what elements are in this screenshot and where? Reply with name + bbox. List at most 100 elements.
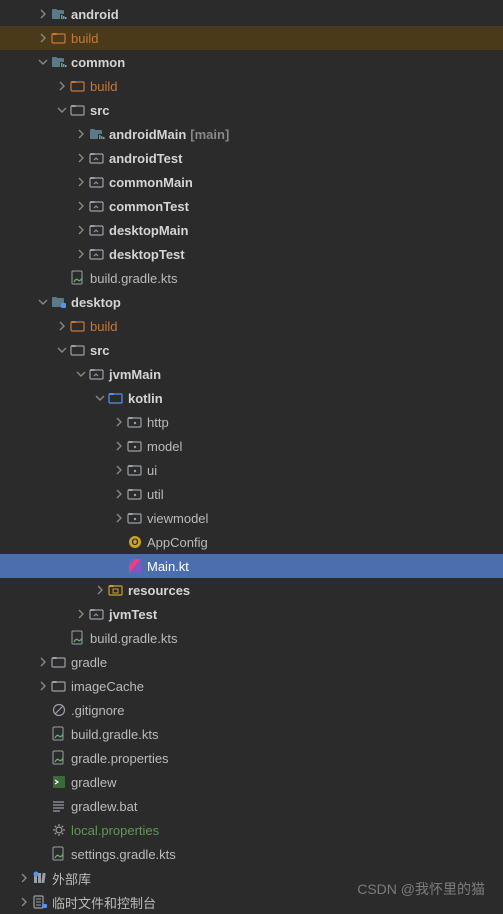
tree-row[interactable]: build.gradle.kts: [0, 722, 503, 746]
tree-row[interactable]: kotlin: [0, 386, 503, 410]
tree-row[interactable]: common: [0, 50, 503, 74]
tree-row[interactable]: build.gradle.kts: [0, 626, 503, 650]
chevron-right-icon[interactable]: [16, 870, 32, 886]
tree-row[interactable]: desktop: [0, 290, 503, 314]
tree-row[interactable]: gradlew: [0, 770, 503, 794]
chevron-right-icon[interactable]: [73, 606, 89, 622]
tree-row[interactable]: commonMain: [0, 170, 503, 194]
tree-item-label: build: [90, 79, 117, 94]
chevron-right-icon[interactable]: [35, 30, 51, 46]
chevron-right-icon[interactable]: [73, 246, 89, 262]
tree-row[interactable]: model: [0, 434, 503, 458]
chevron-down-icon[interactable]: [54, 342, 70, 358]
tree-item-label: common: [71, 55, 125, 70]
module-source-icon: [89, 126, 105, 142]
package-icon: [127, 486, 143, 502]
tree-row[interactable]: util: [0, 482, 503, 506]
chevron-right-icon[interactable]: [54, 318, 70, 334]
tree-row[interactable]: build: [0, 74, 503, 98]
chevron-down-icon[interactable]: [35, 294, 51, 310]
tree-item-label: desktop: [71, 295, 121, 310]
tree-row[interactable]: build: [0, 26, 503, 50]
chevron-right-icon[interactable]: [73, 222, 89, 238]
tree-item-label: jvmMain: [109, 367, 161, 382]
tree-row[interactable]: androidMain[main]: [0, 122, 503, 146]
gradle-file-icon: [51, 846, 67, 862]
tree-item-label: src: [90, 103, 110, 118]
chevron-right-icon[interactable]: [111, 414, 127, 430]
tree-row[interactable]: src: [0, 338, 503, 362]
svg-text:O: O: [131, 537, 138, 547]
chevron-down-icon[interactable]: [92, 390, 108, 406]
chevron-right-icon[interactable]: [111, 510, 127, 526]
arrow-spacer: [35, 798, 51, 814]
gradle-file-icon: [70, 270, 86, 286]
tree-row[interactable]: Main.kt: [0, 554, 503, 578]
chevron-down-icon[interactable]: [54, 102, 70, 118]
tree-row[interactable]: gradle.properties: [0, 746, 503, 770]
chevron-right-icon[interactable]: [111, 486, 127, 502]
chevron-right-icon[interactable]: [73, 174, 89, 190]
module-folder-icon: [51, 54, 67, 70]
resources-icon: [108, 582, 124, 598]
tree-item-label: gradlew: [71, 775, 117, 790]
tree-row[interactable]: .gitignore: [0, 698, 503, 722]
chevron-right-icon[interactable]: [111, 438, 127, 454]
arrow-spacer: [35, 702, 51, 718]
arrow-spacer: [35, 750, 51, 766]
chevron-right-icon[interactable]: [54, 78, 70, 94]
tree-row[interactable]: imageCache: [0, 674, 503, 698]
tree-item-label: model: [147, 439, 182, 454]
folder-outline-icon: [89, 174, 105, 190]
chevron-right-icon[interactable]: [73, 150, 89, 166]
tree-row[interactable]: local.properties: [0, 818, 503, 842]
folder-orange-icon: [70, 78, 86, 94]
tree-item-label: commonMain: [109, 175, 193, 190]
tree-item-label: Main.kt: [147, 559, 189, 574]
tree-row[interactable]: jvmTest: [0, 602, 503, 626]
tree-row[interactable]: OAppConfig: [0, 530, 503, 554]
chevron-right-icon[interactable]: [73, 198, 89, 214]
tree-row[interactable]: commonTest: [0, 194, 503, 218]
tree-row[interactable]: 临时文件和控制台: [0, 890, 503, 914]
chevron-right-icon[interactable]: [92, 582, 108, 598]
tree-row[interactable]: gradle: [0, 650, 503, 674]
package-icon: [127, 414, 143, 430]
chevron-right-icon[interactable]: [73, 126, 89, 142]
chevron-down-icon[interactable]: [35, 54, 51, 70]
chevron-right-icon[interactable]: [16, 894, 32, 910]
tree-item-label: http: [147, 415, 169, 430]
tree-row[interactable]: desktopTest: [0, 242, 503, 266]
folder-outline-icon: [89, 198, 105, 214]
tree-row[interactable]: http: [0, 410, 503, 434]
chevron-right-icon[interactable]: [35, 678, 51, 694]
tree-item-label: gradle.properties: [71, 751, 169, 766]
tree-row[interactable]: build.gradle.kts: [0, 266, 503, 290]
tree-row[interactable]: settings.gradle.kts: [0, 842, 503, 866]
tree-item-label: ui: [147, 463, 157, 478]
gradle-file-icon: [51, 726, 67, 742]
tree-item-label: local.properties: [71, 823, 159, 838]
tree-row[interactable]: android: [0, 2, 503, 26]
chevron-down-icon[interactable]: [73, 366, 89, 382]
chevron-right-icon[interactable]: [35, 654, 51, 670]
tree-row[interactable]: jvmMain: [0, 362, 503, 386]
tree-row[interactable]: desktopMain: [0, 218, 503, 242]
folder-outline-icon: [89, 150, 105, 166]
gitignore-icon: [51, 702, 67, 718]
tree-row[interactable]: viewmodel: [0, 506, 503, 530]
tree-row[interactable]: gradlew.bat: [0, 794, 503, 818]
tree-row[interactable]: androidTest: [0, 146, 503, 170]
tree-row[interactable]: 外部库: [0, 866, 503, 890]
tree-item-annotation: [main]: [190, 127, 229, 142]
tree-item-label: build.gradle.kts: [71, 727, 158, 742]
chevron-right-icon[interactable]: [35, 6, 51, 22]
chevron-right-icon[interactable]: [111, 462, 127, 478]
tree-row[interactable]: ui: [0, 458, 503, 482]
tree-item-label: 外部库: [52, 869, 91, 888]
text-file-icon: [51, 798, 67, 814]
tree-row[interactable]: build: [0, 314, 503, 338]
library-icon: [32, 870, 48, 886]
tree-row[interactable]: src: [0, 98, 503, 122]
tree-row[interactable]: resources: [0, 578, 503, 602]
